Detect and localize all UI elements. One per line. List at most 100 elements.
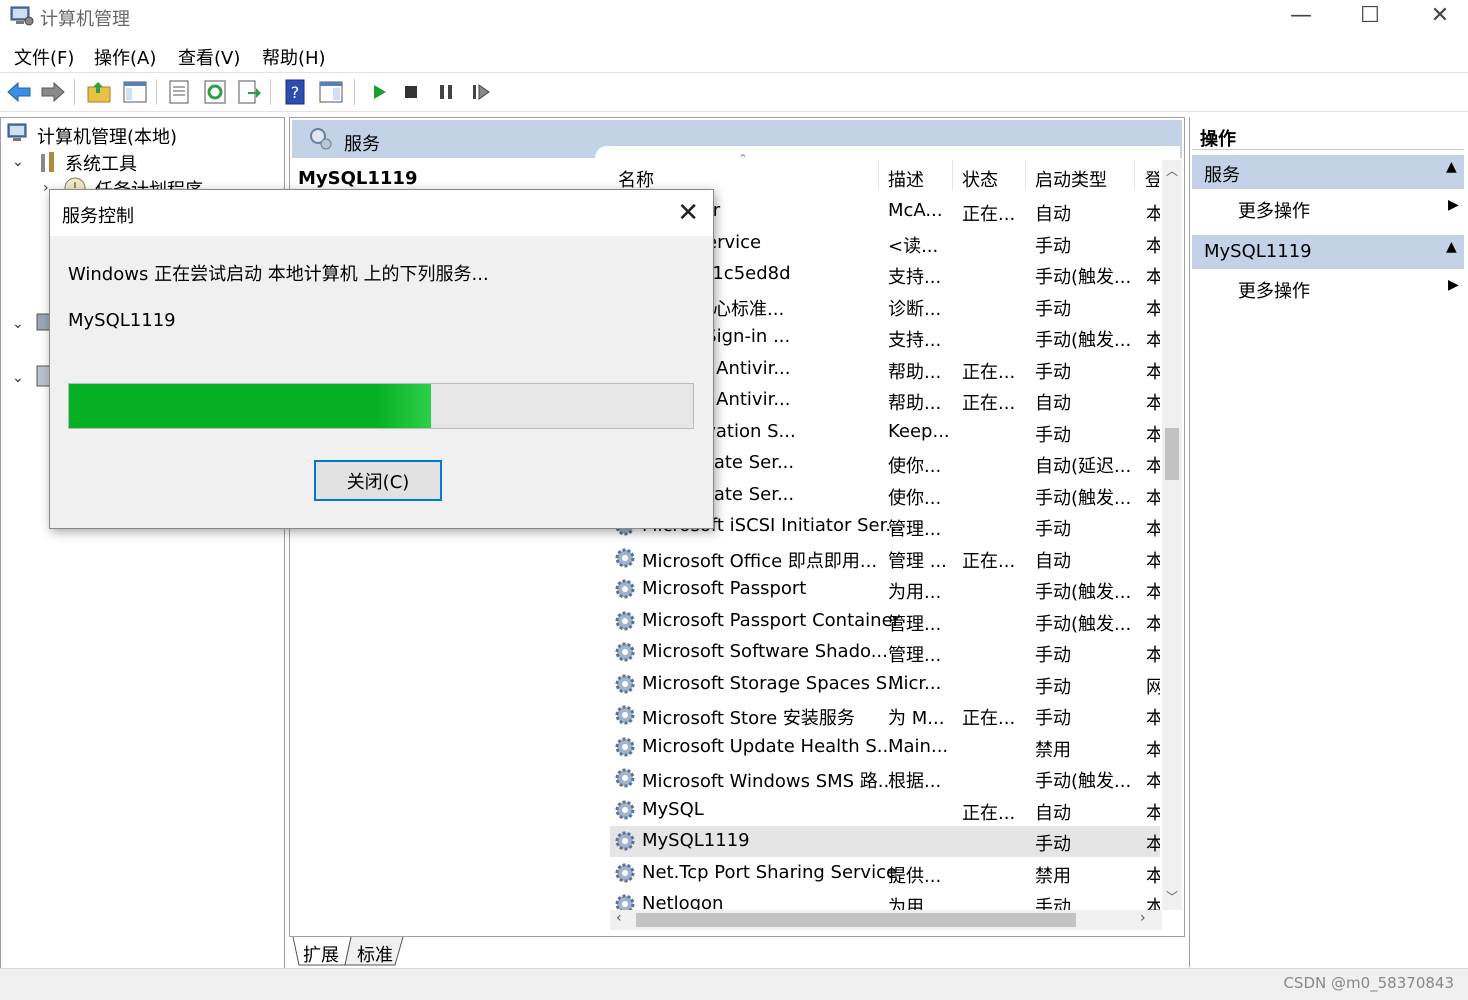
service-logon: 本 — [1146, 389, 1160, 415]
menu-view[interactable]: 查看(V) — [178, 44, 240, 70]
collapse-up-icon[interactable]: ▲ — [1446, 159, 1457, 175]
service-startup-type: 手动(触发... — [1035, 487, 1132, 509]
stop-service-icon[interactable] — [398, 79, 424, 105]
export-list-icon[interactable] — [236, 79, 262, 105]
minimize-button[interactable]: — — [1266, 0, 1336, 34]
chevron-right-icon[interactable]: ▶ — [1448, 277, 1459, 293]
collapse-up-icon[interactable]: ▲ — [1446, 239, 1457, 255]
service-logon: 本 — [1146, 200, 1160, 226]
tree-root[interactable]: 计算机管理(本地) — [37, 123, 177, 149]
chevron-right-icon[interactable]: › — [43, 180, 49, 196]
column-logon[interactable]: 登 — [1145, 166, 1159, 192]
table-row[interactable]: Net.Tcp Port Sharing Service提供... 禁用 本 — [610, 858, 1160, 889]
column-startup-type[interactable]: 启动类型 — [1035, 166, 1107, 192]
service-description: Keep... — [888, 420, 950, 442]
service-logon: 本 — [1146, 263, 1160, 289]
menu-file[interactable]: 文件(F) — [14, 44, 74, 70]
table-row[interactable]: Microsoft Store 安装服务 为 M... 正在... 手动 本 — [610, 700, 1160, 731]
table-row[interactable]: Microsoft Windows SMS 路...根据... 手动(触发... 本 — [610, 763, 1160, 794]
vertical-scrollbar[interactable]: ︿ ﹀ — [1162, 160, 1182, 910]
service-startup-type: 自动 — [1035, 393, 1071, 414]
service-logon: 本 — [1146, 358, 1160, 384]
column-status[interactable]: 状态 — [962, 166, 998, 192]
service-logon: 本 — [1146, 295, 1160, 321]
tab-standard[interactable]: 标准 — [357, 941, 393, 967]
action-section-label: 服务 — [1204, 165, 1240, 186]
scroll-right-icon[interactable]: › — [1140, 910, 1146, 926]
action-section-services[interactable]: 服务 ▲ — [1192, 155, 1464, 189]
sort-indicator-icon: ⌃ — [738, 152, 749, 166]
table-row[interactable]: MySQL 正在... 自动 本 — [610, 795, 1160, 826]
close-button[interactable]: 关闭(C) — [314, 460, 442, 501]
service-logon: 本 — [1146, 452, 1160, 478]
maximize-button[interactable]: ☐ — [1335, 0, 1405, 34]
column-description[interactable]: 描述 — [888, 166, 924, 192]
tools-icon — [41, 152, 54, 172]
start-service-icon[interactable] — [366, 79, 392, 105]
more-actions-mysql1119[interactable]: 更多操作 — [1238, 277, 1310, 303]
vertical-scroll-thumb[interactable] — [1165, 428, 1179, 480]
table-row[interactable]: Microsoft Passport Container 管理... 手动(触发..… — [610, 606, 1160, 637]
more-actions-services[interactable]: 更多操作 — [1238, 197, 1310, 223]
resume-service-icon[interactable] — [468, 79, 494, 105]
service-startup-type: 手动 — [1035, 676, 1071, 698]
forward-arrow-icon[interactable] — [40, 79, 66, 105]
computer-management-icon — [7, 123, 27, 141]
svg-text:?: ? — [291, 83, 300, 102]
chevron-right-icon[interactable]: ▶ — [1448, 197, 1459, 213]
help-icon[interactable]: ? — [282, 79, 308, 105]
service-startup-type: 手动(触发... — [1035, 330, 1132, 351]
table-row[interactable]: Microsoft Software Shado...管理... 手动 本 — [610, 637, 1160, 668]
pause-service-icon[interactable] — [433, 79, 459, 105]
properties-icon[interactable] — [166, 79, 192, 105]
scroll-left-icon[interactable]: ‹ — [616, 910, 622, 926]
table-row[interactable]: MySQL1119 手动 本 — [610, 826, 1160, 857]
up-folder-icon[interactable] — [86, 79, 112, 105]
service-startup-type: 手动(触发... — [1035, 771, 1132, 792]
service-startup-type: 手动 — [1035, 519, 1071, 540]
menu-action[interactable]: 操作(A) — [94, 44, 156, 70]
dialog-title-bar: 服务控制 ✕ — [50, 190, 713, 236]
chevron-down-icon[interactable]: ⌄ — [12, 370, 24, 386]
gear-icon — [615, 800, 635, 819]
service-status: 正在... — [962, 393, 1016, 414]
close-window-button[interactable]: ✕ — [1405, 0, 1468, 34]
gear-icon — [615, 579, 635, 599]
table-row[interactable]: Microsoft Storage Spaces S...Micr... 手动 网 — [610, 669, 1160, 700]
service-startup-type: 手动 — [1035, 708, 1071, 729]
service-startup-type: 手动 — [1035, 298, 1071, 320]
service-logon: 本 — [1146, 736, 1160, 762]
dialog-close-icon[interactable]: ✕ — [677, 198, 699, 228]
dialog-service-name: MySQL1119 — [68, 310, 176, 331]
back-arrow-icon[interactable] — [6, 79, 32, 105]
view-tabs: 扩展 标准 — [289, 937, 1183, 967]
service-startup-type: 手动 — [1035, 361, 1071, 383]
horizontal-scroll-thumb[interactable] — [636, 913, 1076, 927]
service-name: Microsoft Software Shado... — [642, 641, 888, 662]
tree-system-tools[interactable]: 系统工具 — [65, 150, 137, 176]
service-control-dialog: 服务控制 ✕ Windows 正在尝试启动 本地计算机 上的下列服务... My… — [49, 189, 714, 529]
service-logon: 本 — [1146, 641, 1160, 667]
table-row[interactable]: Microsoft Passport 为用... 手动(触发... 本 — [610, 574, 1160, 605]
tab-extended[interactable]: 扩展 — [303, 941, 339, 967]
action-section-mysql1119[interactable]: MySQL1119 ▲ — [1192, 235, 1464, 269]
table-row[interactable]: Microsoft Update Health S...Main... 禁用 本 — [610, 732, 1160, 763]
chevron-down-icon[interactable]: ⌄ — [12, 154, 24, 170]
menu-help[interactable]: 帮助(H) — [262, 44, 326, 70]
refresh-icon[interactable] — [202, 79, 228, 105]
show-hide-tree-icon[interactable] — [122, 79, 148, 105]
scroll-up-icon[interactable]: ︿ — [1166, 162, 1178, 179]
gear-icon — [615, 611, 635, 630]
services-title: 服务 — [344, 134, 380, 155]
scroll-down-icon[interactable]: ﹀ — [1166, 888, 1178, 905]
gear-icon — [615, 548, 635, 567]
service-description: 管理 ... — [888, 550, 947, 572]
gear-icon — [615, 705, 635, 725]
chevron-down-icon[interactable]: ⌄ — [12, 316, 24, 332]
gear-icon — [615, 674, 635, 693]
table-row[interactable]: Microsoft Office 即点即用... 管理 ... 正在... 自动 本 — [610, 543, 1160, 574]
service-name: Microsoft Update Health S... — [642, 735, 894, 757]
service-description: Micr... — [888, 672, 942, 694]
horizontal-scrollbar[interactable]: ‹ › — [610, 910, 1162, 930]
console-tree-icon[interactable] — [318, 79, 344, 105]
